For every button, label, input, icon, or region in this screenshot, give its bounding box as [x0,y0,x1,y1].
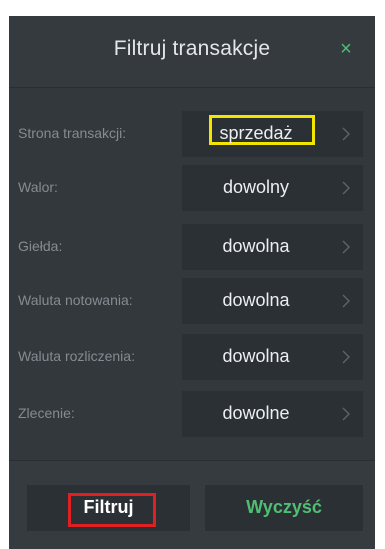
transaction-side-select[interactable]: sprzedaż [182,111,363,157]
chevron-right-icon [342,294,350,308]
chevron-right-icon [342,240,350,254]
filter-value: dowolny [222,177,290,197]
security-select[interactable]: dowolny [182,165,363,211]
chevron-right-icon [342,407,350,421]
clear-button-label: Wyczyść [246,497,322,517]
settlement-currency-select[interactable]: dowolna [182,334,363,380]
dialog-footer: Filtruj Wyczyść [9,460,375,549]
order-select[interactable]: dowolne [182,391,363,437]
filter-transactions-dialog: Filtruj transakcje × Strona transakcji: … [9,16,375,549]
clear-button[interactable]: Wyczyść [205,485,363,531]
filter-label: Walor: [18,179,58,195]
filter-row-exchange: Giełda: dowolna [9,224,375,270]
chevron-right-icon [342,127,350,141]
filter-button[interactable]: Filtruj [27,485,190,531]
filter-row-quote-currency: Waluta notowania: dowolna [9,278,375,324]
filter-row-security: Walor: dowolny [9,165,375,211]
filter-value: dowolna [222,346,290,366]
filter-label: Waluta rozliczenia: [18,348,135,364]
filter-row-transaction-side: Strona transakcji: sprzedaż [9,111,375,157]
filter-label: Giełda: [18,238,63,254]
quote-currency-select[interactable]: dowolna [182,278,363,324]
filter-value: dowolna [222,290,290,310]
filter-label: Strona transakcji: [18,125,127,141]
close-icon[interactable]: × [337,38,355,60]
exchange-select[interactable]: dowolna [182,224,363,270]
chevron-right-icon [342,350,350,364]
filter-value: sprzedaż [219,123,293,143]
filter-value: dowolne [222,403,290,423]
filter-value: dowolna [222,236,290,256]
dialog-header: Filtruj transakcje × [9,16,375,88]
chevron-right-icon [342,181,350,195]
filter-label: Zlecenie: [18,405,75,421]
filter-row-order: Zlecenie: dowolne [9,391,375,437]
dialog-title: Filtruj transakcje [113,37,271,60]
filter-label: Waluta notowania: [18,292,133,308]
filter-row-settlement-currency: Waluta rozliczenia: dowolna [9,334,375,380]
filter-button-label: Filtruj [83,497,134,517]
